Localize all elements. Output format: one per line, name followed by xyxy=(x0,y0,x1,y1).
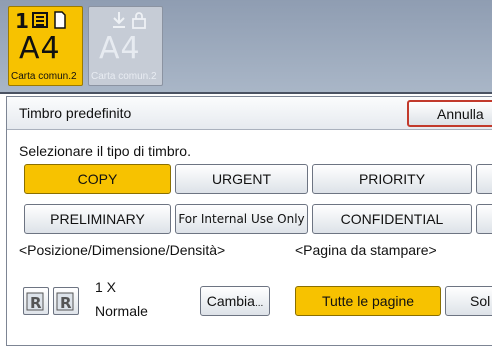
stamp-urgent-button[interactable]: URGENT xyxy=(175,164,308,194)
stamp-confidential-button[interactable]: CONFIDENTIAL xyxy=(312,204,472,234)
dialog-title-bar: Timbro predefinito Annulla xyxy=(7,97,492,130)
stamp-copy-button[interactable]: COPY xyxy=(24,164,171,194)
all-pages-button[interactable]: Tutte le pagine xyxy=(295,286,441,316)
stamp-r-icon: R xyxy=(26,292,44,312)
bypass-arrow-icon xyxy=(113,12,125,28)
stamp-r-icon: R xyxy=(56,292,74,312)
tray-number: 1 xyxy=(15,9,29,33)
stamp-preliminary-button[interactable]: PRELIMINARY xyxy=(24,204,171,234)
svg-text:R: R xyxy=(30,294,42,312)
tray-paper-size: A4 xyxy=(19,31,61,66)
instruction-text: Selezionare il tipo di timbro. xyxy=(19,143,191,159)
pages-heading: <Pagina da stampare> xyxy=(295,242,437,258)
stamp-next-button[interactable] xyxy=(476,164,492,194)
bypass-tray-button[interactable]: A4 Carta comun.2 xyxy=(88,6,163,86)
dialog-title: Timbro predefinito xyxy=(19,105,132,121)
paper-stack-icon xyxy=(32,12,48,28)
stamp-priority-button[interactable]: PRIORITY xyxy=(312,164,472,194)
cancel-button[interactable]: Annulla xyxy=(407,100,492,127)
stamp-density: Normale xyxy=(95,303,148,319)
tray-paper-type: Carta comun.2 xyxy=(11,71,80,82)
tray-paper-type: Carta comun.2 xyxy=(91,71,157,82)
stamp-next2-button[interactable] xyxy=(476,204,492,234)
first-page-only-button[interactable]: Sol xyxy=(445,286,492,316)
ellipsis-icon: ... xyxy=(254,298,264,309)
stamp-internal-use-button[interactable]: For Internal Use Only xyxy=(175,204,308,234)
paper-sheet-icon xyxy=(54,11,66,29)
tray-1-button[interactable]: 1 A4 Carta comun.2 xyxy=(8,6,83,86)
tray-selection-bar: 1 A4 Carta comun.2 A4 Carta comun.2 xyxy=(0,0,492,92)
svg-text:R: R xyxy=(60,294,72,312)
stamp-scale: 1 X xyxy=(95,279,117,295)
position-heading: <Posizione/Dimensione/Densità> xyxy=(19,242,226,258)
stamp-preview-icon: R xyxy=(53,287,79,315)
tray-paper-size: A4 xyxy=(99,31,141,66)
stamp-preview-icon: R xyxy=(23,287,49,315)
stamp-dialog: Timbro predefinito Annulla Selezionare i… xyxy=(0,92,492,350)
lock-icon xyxy=(132,12,146,29)
change-position-button[interactable]: Cambia... xyxy=(200,286,270,316)
change-label: Cambia xyxy=(206,293,255,309)
